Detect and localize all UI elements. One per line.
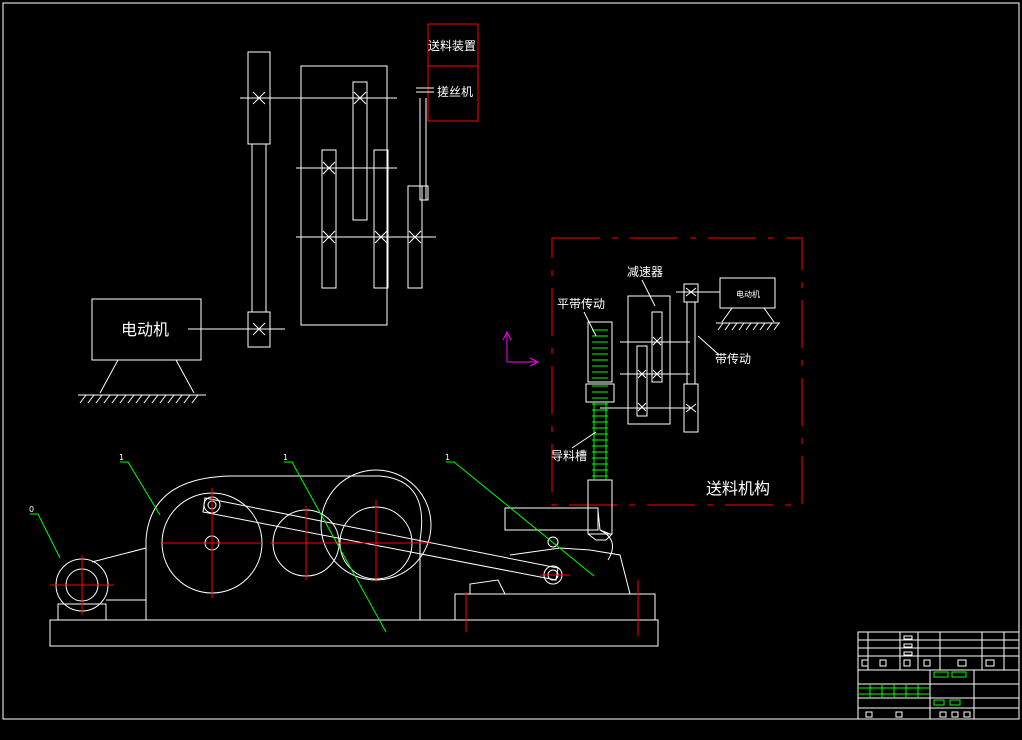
motor-left[interactable]: 电动机 [78,298,206,404]
feed-device-box: 送料装置 搓丝机 [416,23,479,122]
label-belt-drive: 带传动 [715,351,751,366]
label-guide-groove: 导料槽 [551,449,587,463]
label-feed-device: 送料装置 [428,38,476,53]
cad-drawing-canvas[interactable]: 送料装置 搓丝机 电动机 减速器 带传动 电动机 平带传动 导料槽 送料机构 1… [0,0,1022,740]
title-block-green [858,671,967,706]
reducer[interactable] [600,295,690,425]
ground-hatch-left [79,394,199,404]
leader-mark-2: 1 [283,453,288,462]
leader-mark-4: 0 [29,505,34,514]
transmission-schematic [188,51,436,348]
label-motor-right: 电动机 [736,289,760,299]
drawing-border [2,2,1020,720]
title-block [857,631,1020,720]
ucs-icon [502,330,540,367]
label-feed-mechanism: 送料机构 [706,479,770,498]
motor-right[interactable]: 电动机 [716,277,780,331]
center-lines [50,488,639,636]
guide-groove-hatch [592,329,608,480]
label-motor-left: 电动机 [121,320,169,339]
label-thread-roller: 搓丝机 [437,84,473,99]
machine-assembly [49,469,659,647]
belt-drive[interactable] [676,283,720,433]
leader-lines [30,461,595,633]
flat-belt-column[interactable] [585,321,615,541]
label-flat-belt: 平带传动 [557,296,605,311]
label-reducer: 减速器 [627,265,663,279]
leader-mark-1: 1 [119,453,124,462]
leader-mark-3: 1 [445,453,450,462]
